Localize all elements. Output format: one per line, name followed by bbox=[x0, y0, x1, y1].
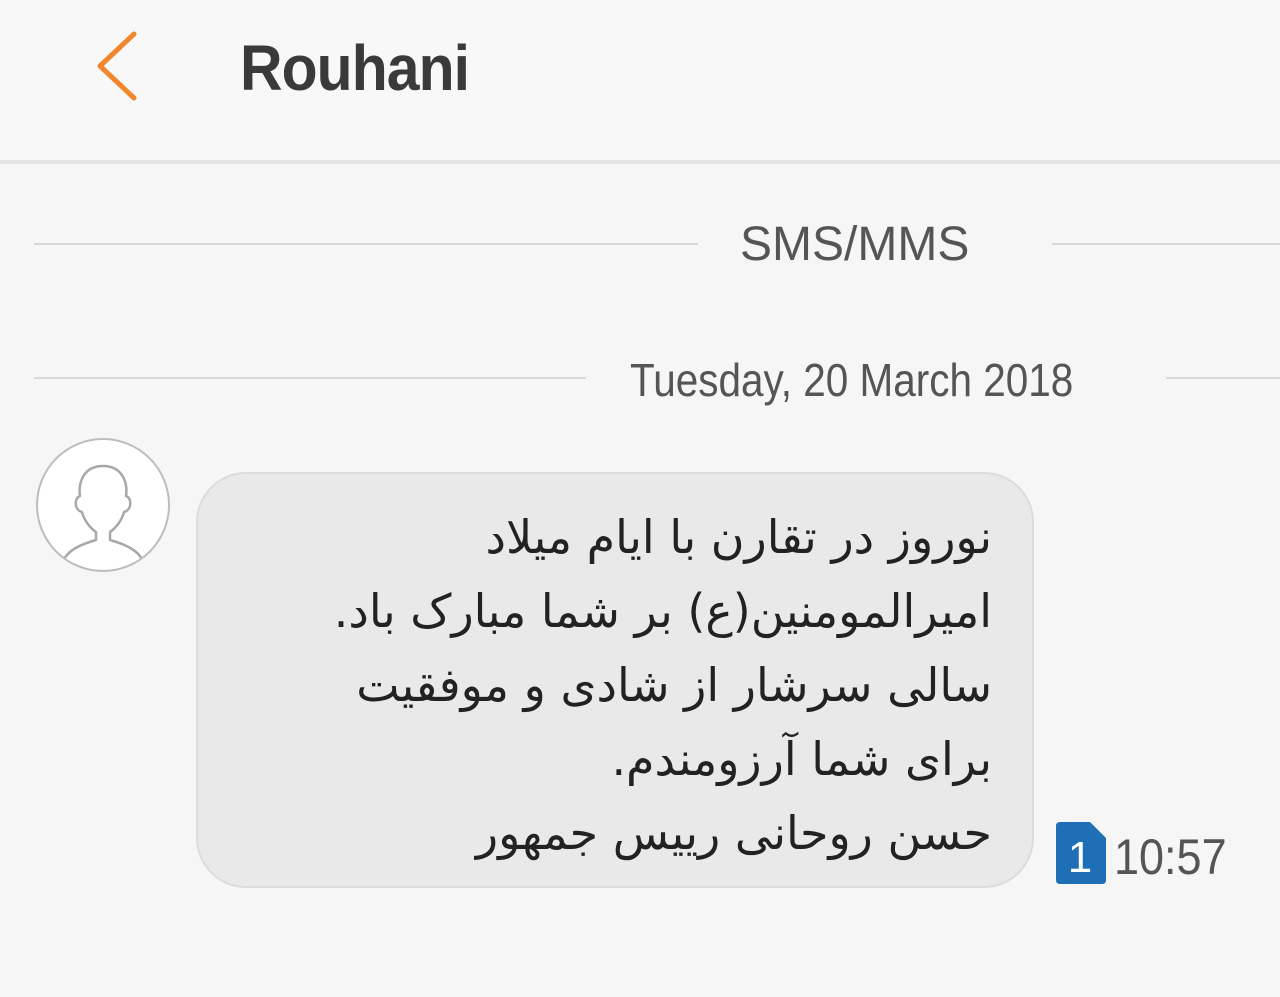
divider-line-right bbox=[1052, 243, 1280, 245]
divider-line-right bbox=[1166, 377, 1280, 379]
contact-avatar[interactable] bbox=[36, 438, 170, 572]
back-button[interactable] bbox=[88, 24, 158, 108]
channel-label: SMS/MMS bbox=[740, 218, 970, 271]
divider-line-left bbox=[34, 243, 698, 245]
person-outline-icon bbox=[60, 464, 146, 566]
message-time: 10:57 bbox=[1114, 829, 1227, 885]
channel-divider: SMS/MMS bbox=[0, 215, 1280, 275]
message-bubble[interactable]: نوروز در تقارن با ایام میلاد امیرالمومنی… bbox=[196, 472, 1034, 888]
sim-badge: 1 bbox=[1054, 822, 1106, 884]
chevron-left-icon bbox=[97, 31, 137, 101]
conversation-title: Rouhani bbox=[240, 32, 470, 104]
divider-line-left bbox=[34, 377, 586, 379]
messaging-app: Rouhani SMS/MMS Tuesday, 20 March 2018 ن… bbox=[0, 0, 1280, 997]
message-text: نوروز در تقارن با ایام میلاد امیرالمومنی… bbox=[333, 510, 992, 860]
app-header: Rouhani bbox=[0, 0, 1280, 164]
sim-card-icon: 1 bbox=[1056, 822, 1106, 884]
date-label: Tuesday, 20 March 2018 bbox=[630, 354, 1074, 406]
sim-number: 1 bbox=[1068, 833, 1092, 882]
date-divider: Tuesday, 20 March 2018 bbox=[0, 350, 1280, 410]
